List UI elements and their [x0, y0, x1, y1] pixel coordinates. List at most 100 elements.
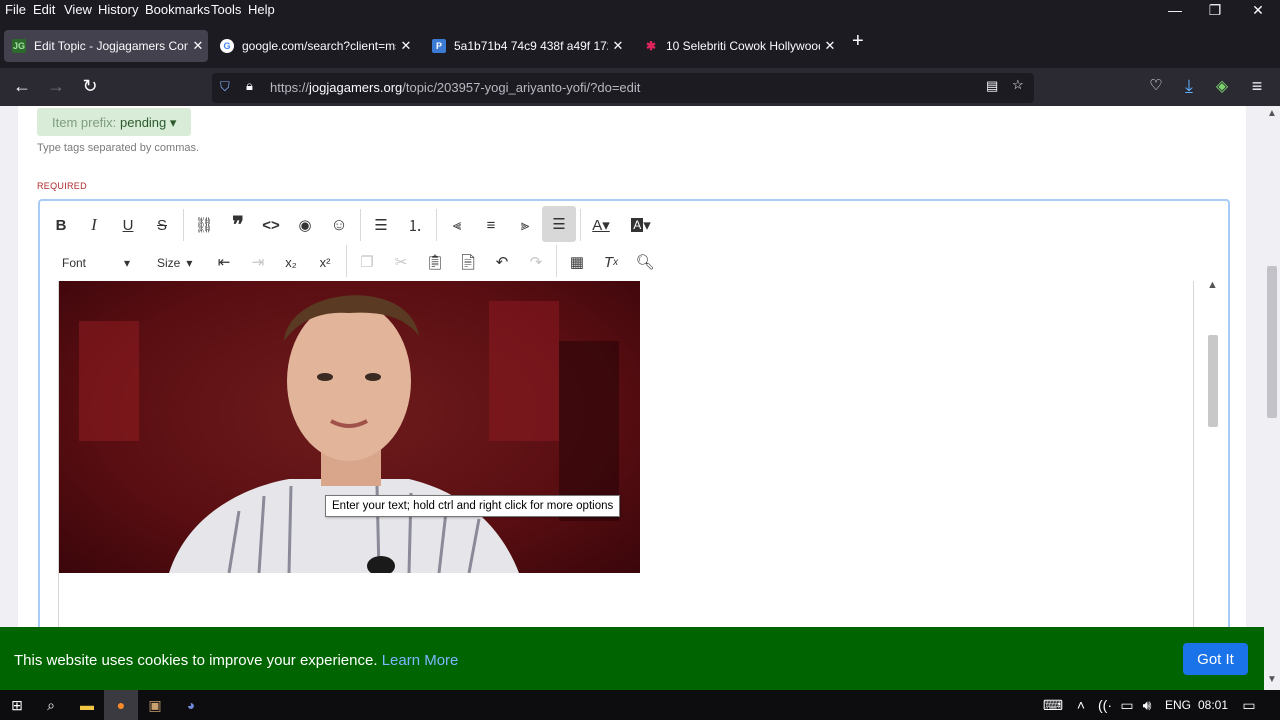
cut-icon[interactable]: ✂	[386, 247, 416, 277]
close-tab-icon[interactable]: ✕	[396, 38, 416, 54]
underline-icon[interactable]: U	[113, 210, 143, 240]
scroll-up-icon[interactable]: ▲	[1207, 279, 1218, 291]
reload-icon[interactable]: ↻	[78, 76, 102, 97]
link-icon[interactable]: ⛓	[189, 210, 219, 240]
undo-icon[interactable]: ↶	[487, 247, 517, 277]
toolbar-separator	[556, 245, 557, 277]
menu-bookmarks[interactable]: Bookmarks	[145, 2, 210, 17]
item-prefix-dropdown[interactable]: Item prefix: pending ▾	[37, 108, 191, 136]
numbered-list-icon[interactable]: ⒈	[400, 210, 430, 240]
shield-icon[interactable]: ⛉	[220, 79, 230, 95]
emoji-icon[interactable]: ☺	[324, 210, 354, 240]
bold-icon[interactable]: B	[46, 210, 76, 240]
tab-google-search[interactable]: G google.com/search?client=ms- ✕	[212, 30, 416, 62]
google-favicon-icon: G	[220, 39, 234, 53]
subscript-icon[interactable]: x₂	[276, 247, 306, 277]
scroll-up-icon[interactable]: ▲	[1267, 108, 1277, 119]
indent-icon[interactable]: ⇥	[243, 247, 273, 277]
language-indicator[interactable]: ENG	[1165, 698, 1191, 712]
tags-hint: Type tags separated by commas.	[37, 142, 200, 154]
close-window-icon[interactable]: ✕	[1243, 2, 1273, 19]
back-icon[interactable]: ←	[10, 76, 34, 97]
notification-icon[interactable]: ▭	[1232, 690, 1266, 720]
page-viewport: Item prefix: pending ▾ Type tags separat…	[0, 106, 1264, 627]
menu-help[interactable]: Help	[248, 2, 275, 17]
paste-icon[interactable]: 📋︎	[420, 247, 450, 277]
align-justify-icon[interactable]: ☰	[542, 206, 576, 242]
italic-icon[interactable]: I	[79, 210, 109, 240]
clock[interactable]: 08:01	[1198, 698, 1228, 712]
editor-content-area[interactable]	[58, 281, 1194, 627]
preview-icon[interactable]: 🔍︎	[630, 247, 660, 277]
menu-file[interactable]: File	[5, 2, 26, 17]
windows-start-icon[interactable]: ⊞	[0, 690, 34, 720]
lock-icon[interactable]: 🔒︎	[246, 78, 253, 94]
code-icon[interactable]: <>	[256, 210, 286, 240]
scroll-down-icon[interactable]: ▼	[1267, 674, 1277, 685]
menu-history[interactable]: History	[98, 2, 138, 17]
size-dropdown[interactable]: Size ▾	[157, 256, 192, 270]
table-icon[interactable]: ▦	[562, 247, 592, 277]
address-bar[interactable]: ⛉ 🔒︎ https://jogjagamers.org/topic/20395…	[212, 73, 1034, 103]
download-icon[interactable]: ⤓	[1177, 76, 1201, 97]
restore-icon[interactable]: ❐	[1200, 2, 1230, 19]
app-icon[interactable]: ▣	[138, 690, 172, 720]
quote-icon[interactable]: ❞	[223, 210, 253, 240]
navigation-bar: ← → ↻ ⛉ 🔒︎ https://jogjagamers.org/topic…	[0, 68, 1280, 106]
copy-icon[interactable]: ❐	[352, 247, 382, 277]
tab-selebriti[interactable]: ✱ 10 Selebriti Cowok Hollywood T ✕	[636, 30, 840, 62]
redo-icon[interactable]: ↷	[521, 247, 551, 277]
font-dropdown[interactable]: Font ▾	[62, 256, 130, 270]
tab-title: 5a1b71b4 74c9 438f a49f 17290d	[454, 39, 608, 53]
extension-icon[interactable]: ◈	[1210, 76, 1234, 96]
url-text[interactable]: https://jogjagamers.org/topic/203957-yog…	[270, 80, 640, 95]
menu-tools[interactable]: Tools	[211, 2, 241, 17]
close-tab-icon[interactable]: ✕	[820, 38, 840, 54]
inserted-photo[interactable]	[59, 281, 640, 573]
tab-image[interactable]: P 5a1b71b4 74c9 438f a49f 17290d ✕	[424, 30, 628, 62]
strikethrough-icon[interactable]: S	[147, 210, 177, 240]
hamburger-menu-icon[interactable]: ≡	[1245, 76, 1269, 97]
bookmark-star-icon[interactable]: ☆	[1012, 77, 1024, 93]
toolbar-separator	[360, 209, 361, 241]
close-tab-icon[interactable]: ✕	[188, 38, 208, 54]
required-label: REQUIRED	[37, 181, 87, 191]
paste-plain-icon[interactable]: 📄︎	[453, 247, 483, 277]
align-center-icon[interactable]: ≡	[476, 210, 506, 240]
forward-icon[interactable]: →	[44, 76, 68, 97]
menu-view[interactable]: View	[64, 2, 92, 17]
got-it-button[interactable]: Got It	[1183, 643, 1248, 675]
reader-view-icon[interactable]: ▤	[986, 78, 998, 94]
minimize-icon[interactable]: —	[1160, 2, 1190, 18]
content-card: Item prefix: pending ▾ Type tags separat…	[18, 106, 1246, 627]
background-color-icon[interactable]: A ▾	[626, 210, 656, 240]
align-left-icon[interactable]: ⫷	[442, 210, 472, 240]
menu-edit[interactable]: Edit	[33, 2, 55, 17]
scroll-thumb[interactable]	[1267, 266, 1277, 418]
learn-more-link[interactable]: Learn More	[382, 652, 459, 669]
toolbar-separator	[580, 209, 581, 241]
editor-scrollbar[interactable]: ▲	[1202, 279, 1224, 627]
search-icon[interactable]: ⌕	[34, 690, 68, 720]
windows-taskbar: ⊞ ⌕ ▬ ● ▣ ◕ ⌨ ˄ ((· ▭ 🔊︎ ENG 08:01 ▭	[0, 690, 1280, 720]
volume-icon[interactable]: 🔊︎	[1130, 690, 1164, 720]
file-explorer-icon[interactable]: ▬	[70, 690, 104, 720]
scroll-thumb[interactable]	[1208, 335, 1218, 427]
rich-text-editor: B I U S ⛓ ❞ <> ◉ ☺ ☰ ⒈ ⫷ ≡ ⫸ ☰ A▾ A ▾ Fon…	[38, 199, 1230, 627]
cookie-message: This website uses cookies to improve you…	[14, 652, 459, 669]
page-scrollbar[interactable]: ▲ ▼	[1264, 106, 1280, 690]
discord-icon[interactable]: ◕	[174, 690, 208, 720]
firefox-icon[interactable]: ●	[104, 690, 138, 720]
bullet-list-icon[interactable]: ☰	[366, 210, 396, 240]
text-color-icon[interactable]: A▾	[586, 210, 616, 240]
remove-format-icon[interactable]: Tx	[596, 247, 626, 277]
tab-edit-topic[interactable]: JG Edit Topic - Jogjagamers Comm ✕	[4, 30, 208, 62]
close-tab-icon[interactable]: ✕	[608, 38, 628, 54]
align-right-icon[interactable]: ⫸	[510, 210, 540, 240]
superscript-icon[interactable]: x²	[310, 247, 340, 277]
new-tab-icon[interactable]: +	[852, 30, 864, 53]
spoiler-eye-icon[interactable]: ◉	[290, 210, 320, 240]
prefix-value: pending ▾	[120, 115, 177, 130]
pocket-icon[interactable]: ♡	[1144, 76, 1168, 94]
outdent-icon[interactable]: ⇤	[209, 247, 239, 277]
